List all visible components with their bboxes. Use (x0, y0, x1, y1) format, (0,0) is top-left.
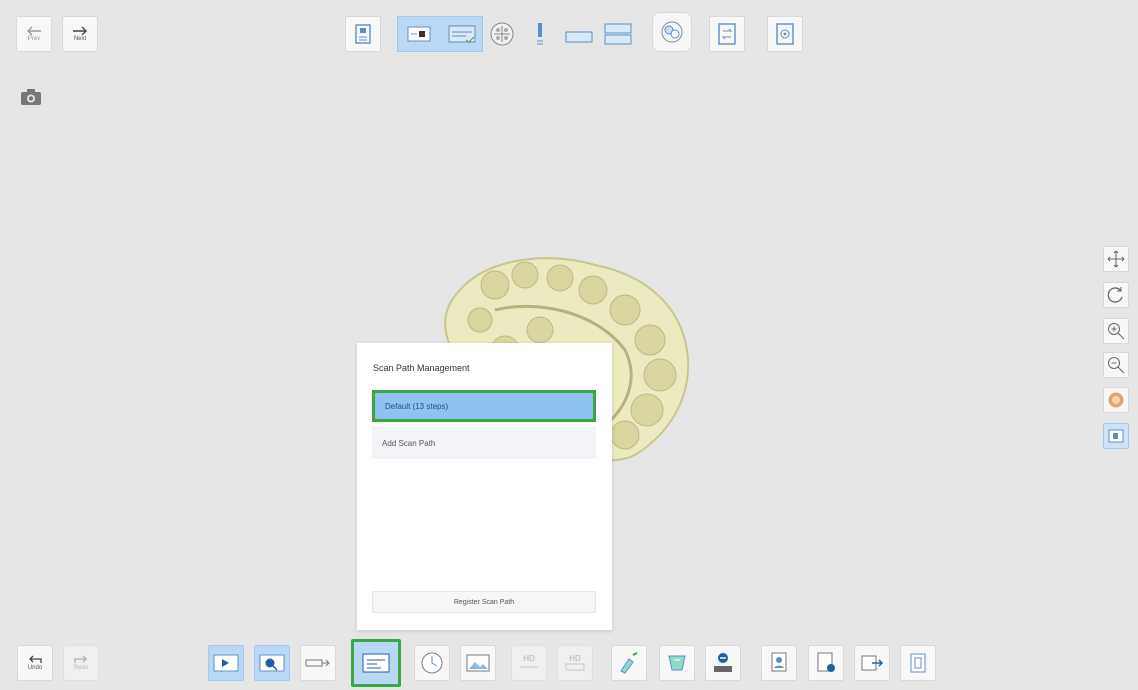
vertical-bar-icon (537, 23, 543, 45)
dual-view-icon (448, 25, 476, 43)
redo-label: Redo (73, 664, 89, 671)
scan-path-button[interactable] (351, 639, 401, 687)
play-scan-button[interactable] (208, 645, 244, 681)
file-settings-icon (861, 655, 884, 671)
scan-path-item-default[interactable]: Default (13 steps) (372, 390, 596, 422)
zoom-out-icon (1108, 357, 1125, 374)
hd-plus-button[interactable]: HD (557, 645, 593, 681)
next-button[interactable]: Next (62, 16, 98, 52)
next-label: Next (73, 35, 87, 42)
panel-title: Scan Path Management (373, 363, 470, 373)
user-button[interactable] (761, 645, 797, 681)
timer-button[interactable] (414, 645, 450, 681)
export-button[interactable] (900, 645, 936, 681)
zoom-out-button[interactable] (1103, 352, 1129, 378)
minus-icon (714, 653, 732, 672)
camera-icon (21, 89, 41, 105)
image-button[interactable] (460, 645, 496, 681)
lock-icon (668, 655, 686, 671)
hd-label: HD (523, 653, 535, 663)
single-view-button[interactable] (401, 16, 437, 52)
settings-clipboard-icon (776, 23, 794, 45)
swap-button[interactable] (709, 16, 745, 52)
lock-button[interactable] (659, 645, 695, 681)
minus-button[interactable] (705, 645, 741, 681)
report-icon (817, 652, 835, 672)
single-view-icon (407, 26, 431, 42)
scan-filter-button[interactable] (254, 645, 290, 681)
scan-info-icon (355, 24, 371, 44)
trim-icon (620, 652, 638, 674)
undo-icon (29, 655, 42, 663)
single-jaw-icon (565, 31, 593, 43)
scan-path-panel: Scan Path Management Default (13 steps) … (357, 343, 612, 630)
user-icon (771, 652, 787, 672)
vertical-bar-button[interactable] (522, 16, 558, 52)
hd-button[interactable]: HD (511, 645, 547, 681)
arrow-right-icon (73, 26, 87, 35)
scan-align-button[interactable] (652, 12, 692, 52)
pan-button[interactable] (1103, 246, 1129, 272)
hd-icon (520, 666, 538, 667)
single-jaw-button[interactable] (561, 16, 597, 52)
arrow-flow-button[interactable] (300, 645, 336, 681)
prev-label: Prev (27, 35, 41, 42)
dual-view-button[interactable] (444, 16, 480, 52)
image-icon (466, 654, 490, 672)
hd-plus-icon (565, 663, 585, 670)
view-mode-icon (1108, 429, 1124, 443)
texture-button[interactable] (1103, 387, 1129, 413)
scan-path-icon (362, 653, 390, 673)
add-scan-path-button[interactable]: Add Scan Path (372, 427, 596, 459)
arrow-flow-icon (305, 659, 330, 667)
timer-icon (421, 652, 443, 674)
occlusion-button[interactable] (484, 16, 520, 52)
occlusion-icon (490, 22, 514, 46)
arrow-left-icon (27, 26, 41, 35)
file-settings-button[interactable] (854, 645, 890, 681)
scan-filter-icon (259, 654, 285, 672)
rotate-button[interactable] (1103, 282, 1129, 308)
rotate-icon (1107, 287, 1123, 303)
redo-button[interactable]: Redo (63, 645, 99, 681)
zoom-in-icon (1108, 323, 1125, 340)
scan-info-button[interactable] (345, 16, 381, 52)
redo-icon (74, 655, 87, 663)
swap-icon (718, 23, 736, 45)
pan-icon (1107, 250, 1125, 268)
scan-align-icon (661, 21, 683, 43)
prev-button[interactable]: Prev (16, 16, 52, 52)
register-scan-path-button[interactable]: Register Scan Path (372, 591, 596, 613)
double-jaw-button[interactable] (600, 16, 636, 52)
settings-clipboard-button[interactable] (767, 16, 803, 52)
undo-button[interactable]: Undo (17, 645, 53, 681)
double-jaw-icon (604, 23, 632, 45)
undo-label: Undo (27, 664, 43, 671)
report-button[interactable] (808, 645, 844, 681)
zoom-in-button[interactable] (1103, 318, 1129, 344)
screenshot-button[interactable] (20, 88, 42, 106)
view-mode-button[interactable] (1103, 423, 1129, 449)
play-scan-icon (213, 654, 239, 672)
hd-plus-label: HD (569, 653, 581, 663)
export-icon (910, 653, 926, 673)
trim-button[interactable] (611, 645, 647, 681)
texture-icon (1108, 392, 1124, 408)
